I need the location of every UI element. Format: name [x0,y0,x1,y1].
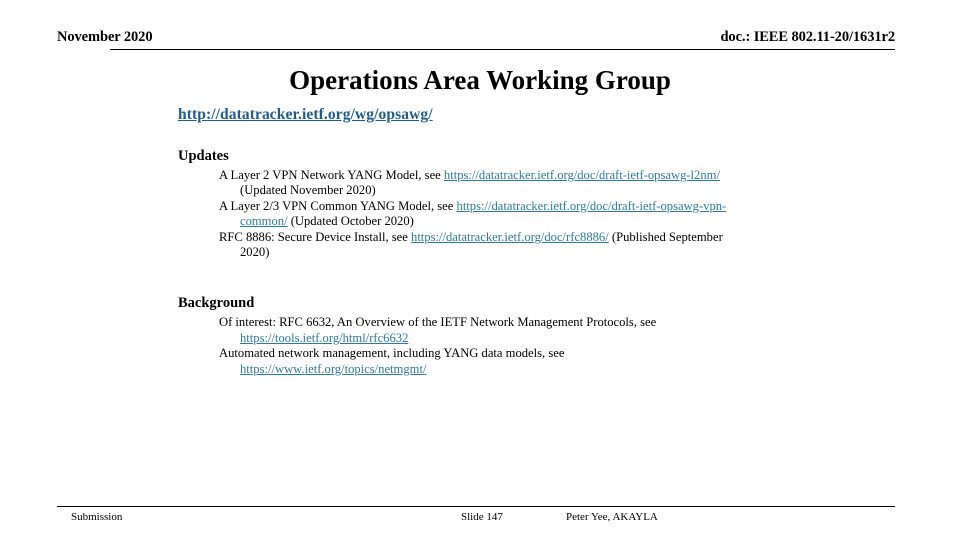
updates-list: A Layer 2 VPN Network YANG Model, see ht… [178,168,898,260]
footer-author: Peter Yee, AKAYLA [566,511,658,523]
item-wrap-text: (Updated October 2020) [287,214,414,229]
item-wrap-line: common/ (Updated October 2020) [219,214,898,229]
item-wrap-text: 2020) [240,245,270,260]
vpn-common-draft-link[interactable]: https://datatracker.ietf.org/doc/draft-i… [457,199,727,213]
item-wrap-text: (Updated November 2020) [240,183,376,198]
header-date: November 2020 [57,29,153,45]
item-text: A Layer 2/3 VPN Common YANG Model, see [219,198,457,213]
list-item: Of interest: RFC 6632, An Overview of th… [178,315,898,346]
list-item: RFC 8886: Secure Device Install, see htt… [178,230,898,261]
list-item: Automated network management, including … [178,346,898,377]
list-item: A Layer 2 VPN Network YANG Model, see ht… [178,168,898,199]
item-text: RFC 8886: Secure Device Install, see [219,229,412,244]
header-divider [110,49,895,50]
item-wrap-line: https://www.ietf.org/topics/netmgmt/ [219,362,898,377]
opsawg-charter-link[interactable]: http://datatracker.ietf.org/wg/opsawg/ [178,106,433,124]
item-text-post: (Published September [608,229,723,244]
footer-slide-number: Slide 147 [461,511,503,523]
footer-divider [57,506,895,507]
item-text: Automated network management, including … [219,346,565,361]
section-heading-updates: Updates [178,148,229,164]
slide-header: November 2020 doc.: IEEE 802.11-20/1631r… [57,29,895,51]
footer-submission-label: Submission [71,511,123,523]
item-text: Of interest: RFC 6632, An Overview of th… [219,315,657,330]
slide: November 2020 doc.: IEEE 802.11-20/1631r… [0,0,960,540]
slide-body: Updates A Layer 2 VPN Network YANG Model… [178,148,898,377]
background-list: Of interest: RFC 6632, An Overview of th… [178,315,898,377]
section-heading-background: Background [178,295,255,312]
vpn-common-draft-link-continued[interactable]: common/ [240,214,288,228]
rfc6632-link[interactable]: https://tools.ietf.org/html/rfc6632 [240,331,408,345]
header-doc-id: doc.: IEEE 802.11-20/1631r2 [720,29,895,45]
netmgmt-topics-link[interactable]: https://www.ietf.org/topics/netmgmt/ [240,362,426,376]
item-text: A Layer 2 VPN Network YANG Model, see [219,168,444,182]
list-item: A Layer 2/3 VPN Common YANG Model, see h… [178,199,898,230]
page-title: Operations Area Working Group [289,65,671,95]
item-wrap-line: https://tools.ietf.org/html/rfc6632 [219,331,898,346]
rfc8886-link[interactable]: https://datatracker.ietf.org/doc/rfc8886… [411,230,609,244]
slide-footer: Submission Slide 147 Peter Yee, AKAYLA [57,511,895,527]
l2nm-draft-link[interactable]: https://datatracker.ietf.org/doc/draft-i… [444,168,720,182]
